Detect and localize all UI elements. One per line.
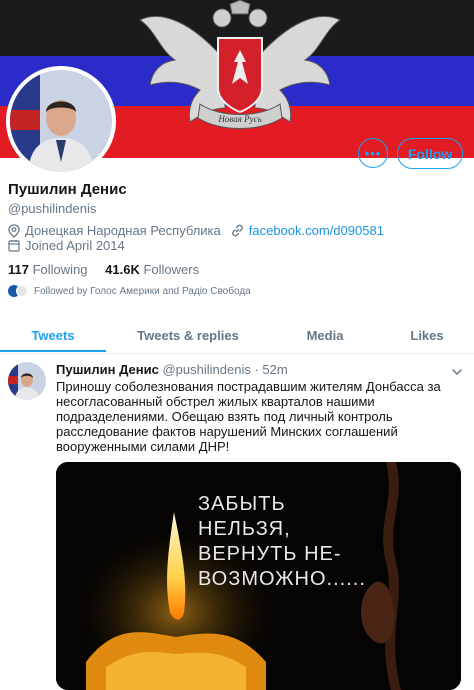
tweet-author-handle[interactable]: @pushilindenis	[162, 362, 250, 377]
tweet-author-photo	[8, 362, 46, 400]
profile-name: Пушилин Денис	[8, 181, 127, 198]
following-label: Following	[32, 262, 88, 277]
profile-tabs: Tweets Tweets & replies Media Likes	[0, 317, 474, 354]
link-icon	[231, 224, 244, 237]
tweet-author-name[interactable]: Пушилин Денис	[56, 362, 159, 377]
profile-website-link[interactable]: facebook.com/d090581	[249, 223, 384, 238]
tweet-text-line: вооруженными силами ДНР!	[56, 439, 230, 454]
tweet-text-line: подразделениями. Обещаю взять под личный…	[56, 409, 393, 424]
profile-avatar[interactable]	[6, 66, 116, 176]
image-caption-line: ВЕРНУТЬ НЕ-	[198, 543, 342, 565]
image-caption-line: ЗАБЫТЬ	[198, 493, 286, 515]
profile-stats: 117 Following 41.6K Followers	[8, 262, 199, 277]
tweet-text-line: расследование фактов нарушений Минских с…	[56, 424, 398, 439]
tweet-time[interactable]: 52m	[262, 362, 287, 377]
followers-count: 41.6K	[105, 262, 140, 277]
followed-by-row[interactable]: Followed by Голос Америки and Радіо Своб…	[8, 285, 251, 297]
tab-likes[interactable]: Likes	[380, 317, 474, 353]
tab-media[interactable]: Media	[270, 317, 380, 353]
following-link[interactable]: 117 Following	[8, 262, 88, 277]
more-options-button[interactable]: •••	[358, 138, 388, 168]
calendar-icon	[8, 239, 20, 252]
followers-link[interactable]: 41.6K Followers	[105, 262, 199, 277]
following-count: 117	[8, 262, 29, 277]
tab-tweets[interactable]: Tweets	[0, 317, 106, 353]
follow-button[interactable]: Follow	[397, 138, 463, 169]
tweet-text: Приношу соболезнования пострадавшим жите…	[56, 379, 456, 454]
tab-tweets-replies[interactable]: Tweets & replies	[106, 317, 270, 353]
profile-meta-row: Донецкая Народная Республика facebook.co…	[8, 223, 384, 238]
tweet-separator: ·	[254, 362, 259, 377]
coat-of-arms-emblem: Новая Русь	[139, 0, 341, 129]
follower-avatar-2	[16, 285, 28, 297]
active-tab-indicator	[0, 350, 106, 352]
profile-handle: @pushilindenis	[8, 201, 97, 216]
tweet-header: Пушилин Денис @pushilindenis · 52m	[56, 362, 288, 377]
followers-label: Followers	[143, 262, 200, 277]
location-pin-icon	[8, 223, 20, 238]
profile-joined-row: Joined April 2014	[8, 238, 125, 253]
image-caption-line: ВОЗМОЖНО......	[198, 568, 366, 590]
profile-location: Донецкая Народная Республика	[25, 223, 221, 238]
image-caption: ЗАБЫТЬ НЕЛЬЗЯ, ВЕРНУТЬ НЕ- ВОЗМОЖНО.....…	[198, 492, 366, 592]
banner-motto: Новая Русь	[217, 114, 261, 124]
tweet-media-image[interactable]: ЗАБЫТЬ НЕЛЬЗЯ, ВЕРНУТЬ НЕ- ВОЗМОЖНО.....…	[56, 462, 461, 690]
profile-photo	[10, 70, 112, 172]
tweet-text-line: Приношу соболезнования пострадавшим жите…	[56, 379, 441, 394]
tweet-text-line: несогласованный обстрел жилых кварталов …	[56, 394, 375, 409]
image-caption-line: НЕЛЬЗЯ,	[198, 518, 291, 540]
profile-joined-date: Joined April 2014	[25, 238, 125, 253]
followed-by-text: Followed by Голос Америки and Радіо Своб…	[34, 285, 251, 297]
tweet-author-avatar[interactable]	[8, 362, 46, 400]
